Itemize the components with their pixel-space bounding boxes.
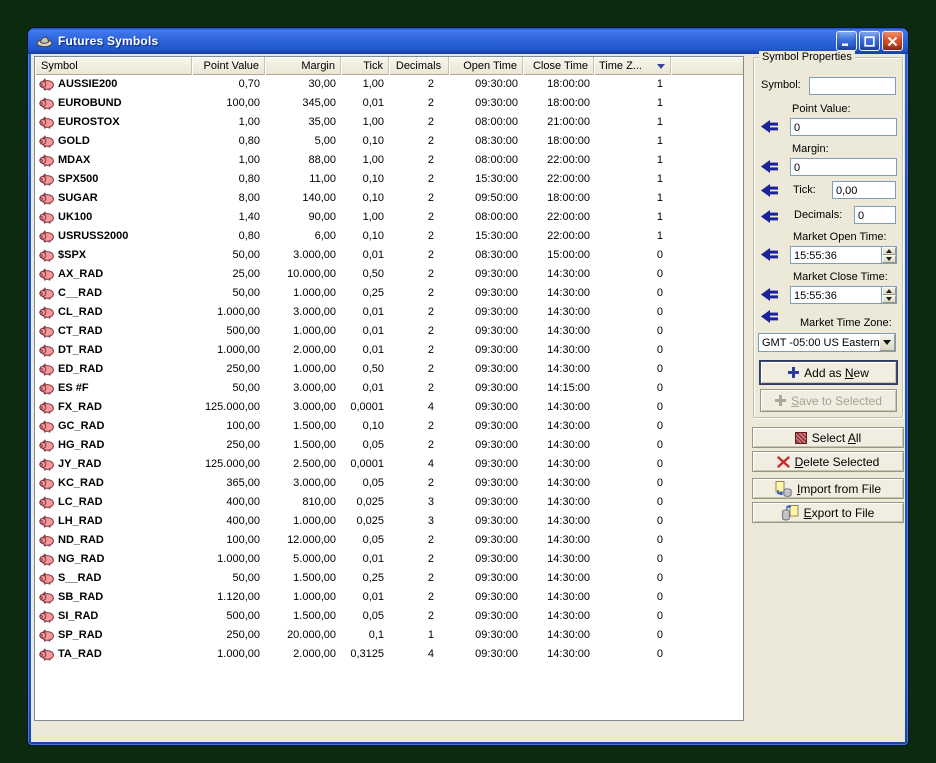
assign-left-arrow-icon: [761, 210, 781, 223]
file-import-icon: [775, 481, 792, 497]
time-spinner: [881, 287, 896, 303]
export-to-file-button[interactable]: Export to File: [752, 502, 904, 523]
market-open-time-label: Market Open Time:: [793, 231, 887, 243]
market-open-time-input[interactable]: [791, 247, 881, 263]
timezone-selected-value: GMT -05:00 US Eastern: [759, 334, 879, 351]
select-all-button[interactable]: Select All: [752, 427, 904, 448]
symbol-input[interactable]: [810, 78, 895, 94]
market-close-time-label: Market Close Time:: [793, 271, 888, 283]
hatched-square-icon: [795, 432, 807, 444]
minimize-button[interactable]: [836, 31, 857, 51]
tick-field-box: [832, 181, 896, 199]
red-x-icon: [777, 456, 790, 468]
decimals-label: Decimals:: [794, 209, 842, 221]
maximize-button[interactable]: [859, 31, 880, 51]
assign-left-arrow-icon: [761, 310, 781, 323]
delete-selected-label: Delete Selected: [795, 455, 880, 469]
spin-up-button[interactable]: [882, 247, 896, 255]
margin-label: Margin:: [792, 143, 829, 155]
spin-up-button[interactable]: [882, 287, 896, 295]
add-as-new-button[interactable]: Add as New: [760, 361, 897, 384]
futures-symbols-window: Futures Symbols Symbol Point Value Margi…: [28, 28, 908, 745]
symbol-label: Symbol:: [761, 79, 801, 91]
tick-label: Tick:: [793, 184, 816, 196]
app-icon: [36, 34, 53, 48]
file-export-icon: [782, 505, 799, 521]
import-from-file-label: Import from File: [797, 482, 881, 496]
market-close-time-box: [790, 286, 897, 304]
assign-left-arrow-icon: [761, 120, 781, 133]
market-time-zone-label: Market Time Zone:: [800, 317, 892, 329]
assign-left-arrow-icon: [761, 248, 781, 261]
margin-input[interactable]: [791, 159, 896, 175]
assign-left-arrow-icon: [761, 288, 781, 301]
plus-icon: [775, 395, 786, 406]
client-area: Symbol Point Value Margin Tick Decimals …: [31, 54, 905, 742]
point-value-field-box: [790, 118, 897, 136]
assign-left-arrow-icon: [761, 160, 781, 173]
point-value-label: Point Value:: [792, 103, 851, 115]
combo-dropdown-button[interactable]: [879, 334, 895, 351]
decimals-input[interactable]: [855, 207, 895, 223]
select-all-label: Select All: [812, 431, 861, 445]
delete-selected-button[interactable]: Delete Selected: [752, 451, 904, 472]
add-as-new-label: Add as New: [804, 366, 869, 380]
market-open-time-box: [790, 246, 897, 264]
market-close-time-input[interactable]: [791, 287, 881, 303]
close-button[interactable]: [882, 31, 903, 51]
spin-down-button[interactable]: [882, 255, 896, 263]
symbol-properties-panel: Symbol Properties Symbol: Point Value: M…: [31, 54, 905, 742]
time-spinner: [881, 247, 896, 263]
save-to-selected-button[interactable]: Save to Selected: [760, 389, 897, 412]
import-from-file-button[interactable]: Import from File: [752, 478, 904, 499]
point-value-input[interactable]: [791, 119, 896, 135]
groupbox-title: Symbol Properties: [759, 51, 855, 63]
market-timezone-select[interactable]: GMT -05:00 US Eastern: [758, 333, 896, 352]
symbol-field-box: [809, 77, 896, 95]
margin-field-box: [790, 158, 897, 176]
assign-left-arrow-icon: [761, 184, 781, 197]
save-to-selected-label: Save to Selected: [791, 394, 882, 408]
tick-input[interactable]: [833, 182, 895, 198]
export-to-file-label: Export to File: [804, 506, 875, 520]
window-title: Futures Symbols: [58, 34, 834, 48]
decimals-field-box: [854, 206, 896, 224]
desktop-background: Futures Symbols Symbol Point Value Margi…: [0, 0, 936, 763]
plus-icon: [788, 367, 799, 378]
spin-down-button[interactable]: [882, 295, 896, 303]
